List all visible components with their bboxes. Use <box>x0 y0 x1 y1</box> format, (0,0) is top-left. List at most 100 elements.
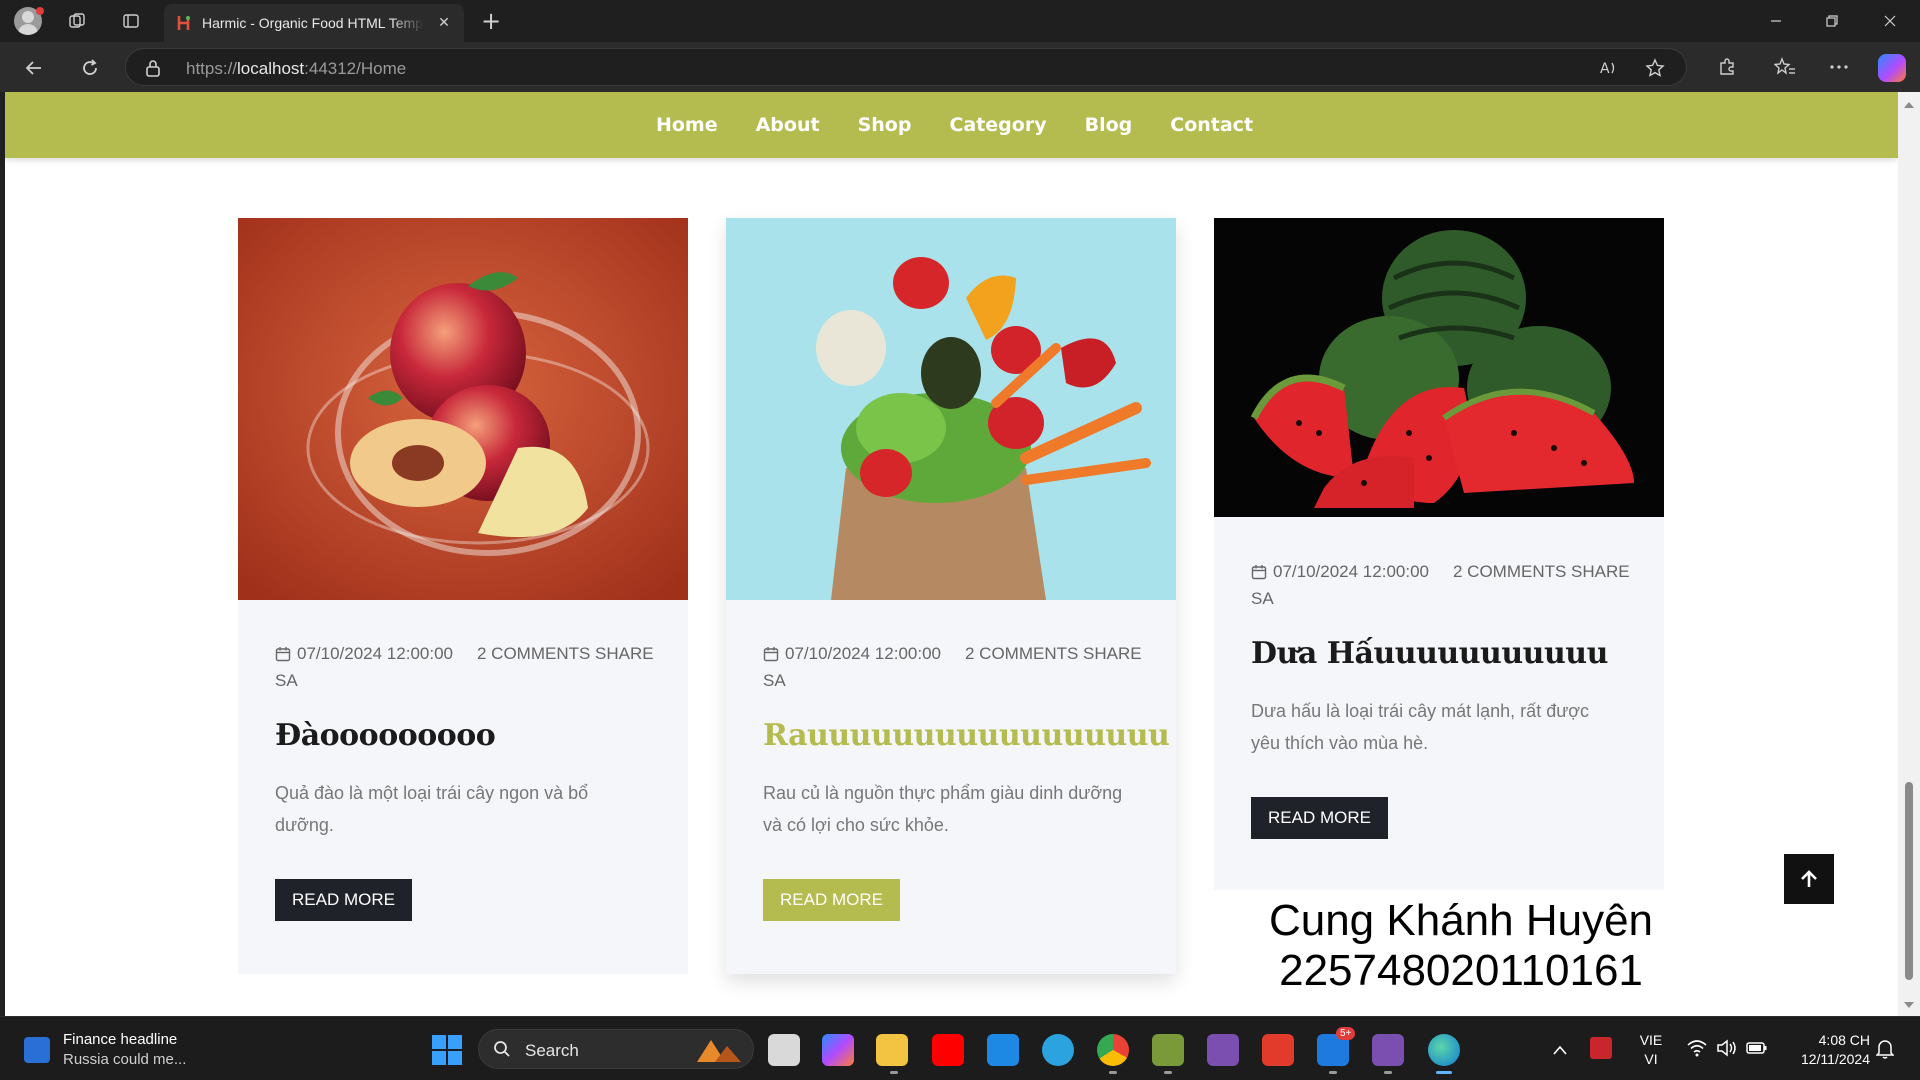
address-bar[interactable]: https://localhost:44312/Home A <box>125 48 1687 86</box>
running-indicator <box>1329 1071 1337 1074</box>
favorite-star-icon[interactable] <box>1644 57 1666 79</box>
edge-icon[interactable] <box>1428 1034 1460 1066</box>
post-comments[interactable]: 2 COMMENTS SHARE <box>965 640 1145 667</box>
vscode-icon[interactable] <box>987 1034 1019 1066</box>
nav-blog[interactable]: Blog <box>1085 114 1133 136</box>
telegram-icon[interactable] <box>1042 1034 1074 1066</box>
arrow-up-icon <box>1801 870 1817 887</box>
wps-office-icon[interactable] <box>1262 1034 1294 1066</box>
card-body: 07/10/2024 12:00:00 SA 2 COMMENTS SHARE … <box>763 640 1170 921</box>
minimize-icon[interactable] <box>1748 0 1804 42</box>
restore-icon[interactable] <box>1804 0 1860 42</box>
refresh-icon[interactable] <box>74 52 106 84</box>
input-language[interactable]: VIE VI <box>1636 1031 1666 1069</box>
search-highlight-icon <box>697 1040 741 1062</box>
chrome-icon[interactable] <box>1097 1034 1129 1066</box>
read-more-button[interactable]: READ MORE <box>763 879 900 921</box>
svg-text:A: A <box>1600 61 1610 77</box>
running-indicator <box>1384 1071 1392 1074</box>
calendar-icon <box>1251 565 1267 580</box>
battery-icon[interactable] <box>1746 1039 1768 1061</box>
read-more-button[interactable]: READ MORE <box>275 879 412 921</box>
search-icon <box>494 1041 510 1057</box>
windows-taskbar: Finance headline Russia could me... Sear… <box>0 1016 1920 1080</box>
browser-titlebar: Harmic - Organic Food HTML Template ✕ + <box>0 0 1920 42</box>
visual-studio-icon[interactable] <box>1207 1034 1239 1066</box>
post-comments[interactable]: 2 COMMENTS SHARE <box>477 640 657 667</box>
close-tab-icon[interactable]: ✕ <box>434 13 454 33</box>
site-navbar: Home About Shop Category Blog Contact <box>5 92 1898 158</box>
scroll-up-icon[interactable] <box>1904 102 1914 108</box>
read-aloud-icon[interactable]: A <box>1598 57 1620 79</box>
task-view-icon[interactable] <box>768 1034 800 1066</box>
post-date: 07/10/2024 12:00:00 SA <box>763 644 941 690</box>
scroll-thumb[interactable] <box>1905 782 1913 980</box>
profile-notification-dot <box>36 7 44 15</box>
post-title[interactable]: Dưa Hấuuuuuuuuuuu <box>1251 636 1631 671</box>
page-scrollbar[interactable] <box>1898 92 1920 1016</box>
post-comments[interactable]: 2 COMMENTS SHARE <box>1453 558 1633 585</box>
new-tab-icon[interactable]: + <box>476 6 506 36</box>
windows-start-icon[interactable] <box>432 1035 462 1065</box>
scroll-down-icon[interactable] <box>1904 1002 1914 1008</box>
calendar-icon <box>275 647 291 662</box>
blog-card: 07/10/2024 12:00:00 SA 2 COMMENTS SHARE … <box>726 218 1176 974</box>
author-id: 225748020110161 <box>1279 946 1643 995</box>
post-meta: 07/10/2024 12:00:00 SA 2 COMMENTS SHARE <box>1251 558 1631 610</box>
news-headline[interactable]: Finance headline <box>63 1031 177 1048</box>
lock-icon[interactable] <box>146 59 160 81</box>
vietkey-icon[interactable] <box>1590 1037 1612 1059</box>
youtube-icon[interactable] <box>932 1034 964 1066</box>
harmic-favicon-icon <box>176 15 192 31</box>
post-excerpt: Quả đào là một loại trái cây ngon và bổ … <box>275 783 589 835</box>
browser-toolbar: https://localhost:44312/Home A <box>0 42 1920 92</box>
file-explorer-icon[interactable] <box>876 1034 908 1066</box>
copilot-app-icon[interactable] <box>822 1034 854 1066</box>
tab-harmic[interactable]: Harmic - Organic Food HTML Template ✕ <box>164 4 464 42</box>
news-subtitle[interactable]: Russia could me... <box>63 1051 186 1068</box>
taskbar-search[interactable]: Search <box>478 1029 754 1069</box>
chevron-up-icon[interactable] <box>1552 1041 1568 1060</box>
nav-contact[interactable]: Contact <box>1170 114 1253 136</box>
card-body: 07/10/2024 12:00:00 SA 2 COMMENTS SHARE … <box>1251 558 1631 839</box>
blog-card: 07/10/2024 12:00:00 SA 2 COMMENTS SHARE … <box>238 218 688 974</box>
visual-studio-preview-icon[interactable] <box>1372 1034 1404 1066</box>
back-to-top-button[interactable] <box>1784 854 1834 904</box>
vegetables-image[interactable] <box>726 218 1176 600</box>
back-arrow-icon[interactable] <box>18 52 50 84</box>
workspaces-icon[interactable] <box>62 6 92 36</box>
post-title[interactable]: Rauuuuuuuuuuuuuuuuu <box>763 718 1170 753</box>
post-date: 07/10/2024 12:00:00 SA <box>275 644 453 690</box>
nav-category[interactable]: Category <box>949 114 1046 136</box>
running-indicator <box>1164 1071 1172 1074</box>
extensions-icon[interactable] <box>1712 52 1742 82</box>
nav-about[interactable]: About <box>756 114 820 136</box>
news-widget-icon[interactable] <box>24 1037 50 1063</box>
post-meta: 07/10/2024 12:00:00 SA 2 COMMENTS SHARE <box>763 640 1143 692</box>
more-options-icon[interactable] <box>1824 52 1854 82</box>
nav-shop[interactable]: Shop <box>858 114 912 136</box>
zalo-badge: 5+ <box>1336 1027 1356 1040</box>
notification-bell-icon[interactable] <box>1875 1039 1895 1063</box>
volume-icon[interactable] <box>1716 1039 1738 1061</box>
copilot-icon[interactable] <box>1878 54 1906 82</box>
vertical-tabs-icon[interactable] <box>116 6 146 36</box>
read-more-button[interactable]: READ MORE <box>1251 797 1388 839</box>
nav-home[interactable]: Home <box>656 114 718 136</box>
blog-card: 07/10/2024 12:00:00 SA 2 COMMENTS SHARE … <box>1214 218 1664 890</box>
close-window-icon[interactable] <box>1862 0 1918 42</box>
peach-image[interactable] <box>238 218 688 600</box>
snipping-tool-icon[interactable] <box>1152 1034 1184 1066</box>
search-placeholder: Search <box>525 1041 579 1060</box>
system-clock[interactable]: 4:08 CH 12/11/2024 <box>1780 1031 1870 1069</box>
post-title[interactable]: Đàooooooooo <box>275 718 655 753</box>
post-excerpt: Dưa hấu là loại trái cây mát lạnh, rất đ… <box>1251 701 1590 753</box>
wifi-icon[interactable] <box>1686 1039 1708 1061</box>
calendar-icon <box>763 647 779 662</box>
running-indicator <box>1109 1071 1117 1074</box>
author-name: Cung Khánh Huyên <box>1268 896 1654 945</box>
post-date: 07/10/2024 12:00:00 SA <box>1251 562 1429 608</box>
watermelon-image[interactable] <box>1214 218 1664 517</box>
post-meta: 07/10/2024 12:00:00 SA 2 COMMENTS SHARE <box>275 640 655 692</box>
favorites-icon[interactable] <box>1770 52 1800 82</box>
